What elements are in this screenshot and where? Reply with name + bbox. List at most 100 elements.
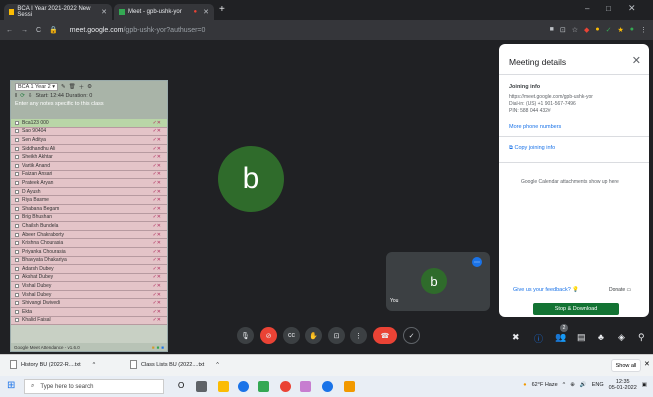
extension-icon[interactable]: ◆: [584, 26, 589, 34]
tab-close-icon[interactable]: ✕: [203, 8, 209, 16]
attendance-mark-icon[interactable]: ✓✕: [153, 309, 161, 315]
donate-link[interactable]: Donate ▭: [609, 287, 631, 293]
student-row[interactable]: Vishal Dubey ✓✕: [11, 290, 167, 300]
student-row[interactable]: Adarsh Dubey ✓✕: [11, 265, 167, 274]
student-checkbox[interactable]: [15, 292, 19, 297]
download-item[interactable]: History BU (2022-R....txt ^: [10, 360, 95, 369]
feedback-link[interactable]: Give us your feedback? 💡: [513, 287, 579, 293]
student-checkbox[interactable]: [15, 318, 19, 323]
class-select[interactable]: BCA 1 Year 2 ▾: [15, 83, 59, 91]
menu-icon[interactable]: ⋮: [640, 26, 647, 34]
delete-icon[interactable]: 🗑: [69, 84, 76, 90]
attendance-mark-icon[interactable]: ✓✕: [153, 223, 161, 229]
student-checkbox[interactable]: [15, 146, 19, 151]
present-button[interactable]: ⊡: [328, 327, 345, 344]
lang-indicator[interactable]: ENG: [592, 382, 604, 388]
leave-call-button[interactable]: ☎: [373, 327, 397, 344]
student-row[interactable]: Priyanka Chourasia ✓✕: [11, 247, 167, 257]
attendance-mark-icon[interactable]: ✓✕: [153, 163, 161, 169]
forward-icon[interactable]: →: [21, 27, 28, 34]
url-field[interactable]: meet.google.com/gpb-ushk-yor?authuser=0: [70, 27, 206, 34]
student-checkbox[interactable]: [15, 301, 19, 306]
chrome-icon[interactable]: [280, 381, 291, 392]
attendance-mark-icon[interactable]: ✓✕: [153, 292, 161, 298]
people-icon[interactable]: 👥: [555, 332, 566, 343]
self-tile[interactable]: b You ⋯: [386, 252, 490, 311]
shield-icon[interactable]: ◈: [618, 332, 625, 343]
app-icon[interactable]: [258, 381, 269, 392]
attendance-mark-icon[interactable]: ✓✕: [153, 189, 161, 195]
student-checkbox[interactable]: [15, 180, 19, 185]
attendance-mark-icon[interactable]: ✓✕: [153, 274, 161, 280]
profile-icon[interactable]: ●: [630, 26, 634, 34]
volume-icon[interactable]: 🔊: [580, 382, 587, 388]
close-downloads-icon[interactable]: ✕: [644, 360, 650, 368]
student-checkbox[interactable]: [15, 198, 19, 203]
show-all-button[interactable]: Show all: [611, 359, 641, 372]
camera-permission-icon[interactable]: ■: [550, 26, 554, 34]
student-row[interactable]: Riya Basme ✓✕: [11, 196, 167, 205]
student-checkbox[interactable]: [15, 206, 19, 211]
windows-start-icon[interactable]: ⊞: [7, 380, 15, 391]
attendance-mark-icon[interactable]: ✓✕: [153, 317, 161, 323]
edit-icon[interactable]: ✎: [61, 84, 66, 90]
help-icon[interactable]: ■: [161, 345, 164, 350]
attendance-mark-icon[interactable]: ✓✕: [153, 240, 161, 246]
student-checkbox[interactable]: [15, 232, 19, 237]
chart-icon[interactable]: ■: [152, 345, 155, 350]
camera-button[interactable]: ⊘: [260, 327, 277, 344]
close-panel-icon[interactable]: ✕: [632, 54, 641, 67]
student-checkbox[interactable]: [15, 284, 19, 289]
host-controls-icon[interactable]: ⚲: [638, 332, 645, 343]
download-item[interactable]: Class Lists BU (2022....txt ^: [130, 360, 219, 369]
student-row[interactable]: D Ayush ✓✕: [11, 187, 167, 197]
mic-button[interactable]: 🎙: [237, 327, 254, 344]
close-window-icon[interactable]: ✕: [628, 3, 636, 14]
attendance-mark-icon[interactable]: ✓✕: [153, 146, 161, 152]
more-options-button[interactable]: ⋮: [350, 327, 367, 344]
student-row[interactable]: Bca123 000 ✓✕: [11, 119, 167, 128]
new-tab-icon[interactable]: +: [219, 4, 225, 15]
student-row[interactable]: Vartik Anand ✓✕: [11, 161, 167, 171]
back-icon[interactable]: ←: [6, 27, 13, 34]
pause-icon[interactable]: ‖: [15, 93, 17, 99]
activities-icon[interactable]: ♣: [598, 332, 604, 342]
more-options-icon[interactable]: ⋯: [472, 257, 482, 267]
student-row[interactable]: Krishna Chourasia ✓✕: [11, 239, 167, 248]
attendance-mark-icon[interactable]: ✓✕: [153, 232, 161, 238]
captions-button[interactable]: cc: [283, 327, 300, 344]
student-checkbox[interactable]: [15, 155, 19, 160]
maximize-icon[interactable]: □: [606, 4, 611, 13]
student-row[interactable]: Khalid Faisal ✓✕: [11, 316, 167, 326]
attendance-mark-icon[interactable]: ✓✕: [153, 214, 161, 220]
export-icon[interactable]: ⇩: [28, 93, 33, 99]
audio-icon[interactable]: ✖: [512, 332, 520, 343]
student-row[interactable]: Shivangi Dwivedi ✓✕: [11, 299, 167, 309]
app-icon[interactable]: [344, 381, 355, 392]
student-checkbox[interactable]: [15, 241, 19, 246]
student-checkbox[interactable]: [15, 172, 19, 177]
attendance-mark-icon[interactable]: ✓✕: [153, 128, 161, 134]
student-row[interactable]: Brig Bhushan ✓✕: [11, 213, 167, 223]
student-row[interactable]: Sen Aditya ✓✕: [11, 136, 167, 145]
student-row[interactable]: Vishal Dubey ✓✕: [11, 282, 167, 291]
task-view-icon[interactable]: [196, 381, 207, 392]
student-checkbox[interactable]: [15, 258, 19, 263]
meeting-link[interactable]: https://meet.google.com/gpb-ushk-yor: [509, 94, 593, 100]
student-checkbox[interactable]: [15, 129, 19, 134]
student-row[interactable]: Prateek Aryan ✓✕: [11, 179, 167, 188]
refresh-icon[interactable]: ⟳: [20, 93, 25, 99]
student-row[interactable]: Akshat Dubey ✓✕: [11, 273, 167, 283]
student-checkbox[interactable]: [15, 137, 19, 142]
student-row[interactable]: Ekta ✓✕: [11, 308, 167, 317]
chat-icon[interactable]: ▤: [577, 332, 586, 343]
reload-icon[interactable]: C: [36, 27, 41, 34]
tray-chevron-icon[interactable]: ^: [563, 382, 566, 388]
more-phone-link[interactable]: More phone numbers: [509, 124, 561, 130]
network-icon[interactable]: ⊕: [570, 382, 575, 388]
tab-meet[interactable]: Meet - gpb-ushk-yor ● ✕: [114, 4, 214, 20]
student-checkbox[interactable]: [15, 120, 19, 125]
notification-icon[interactable]: ▣: [642, 382, 647, 388]
minimize-icon[interactable]: –: [585, 4, 589, 13]
attendance-mark-icon[interactable]: ✓✕: [153, 154, 161, 160]
